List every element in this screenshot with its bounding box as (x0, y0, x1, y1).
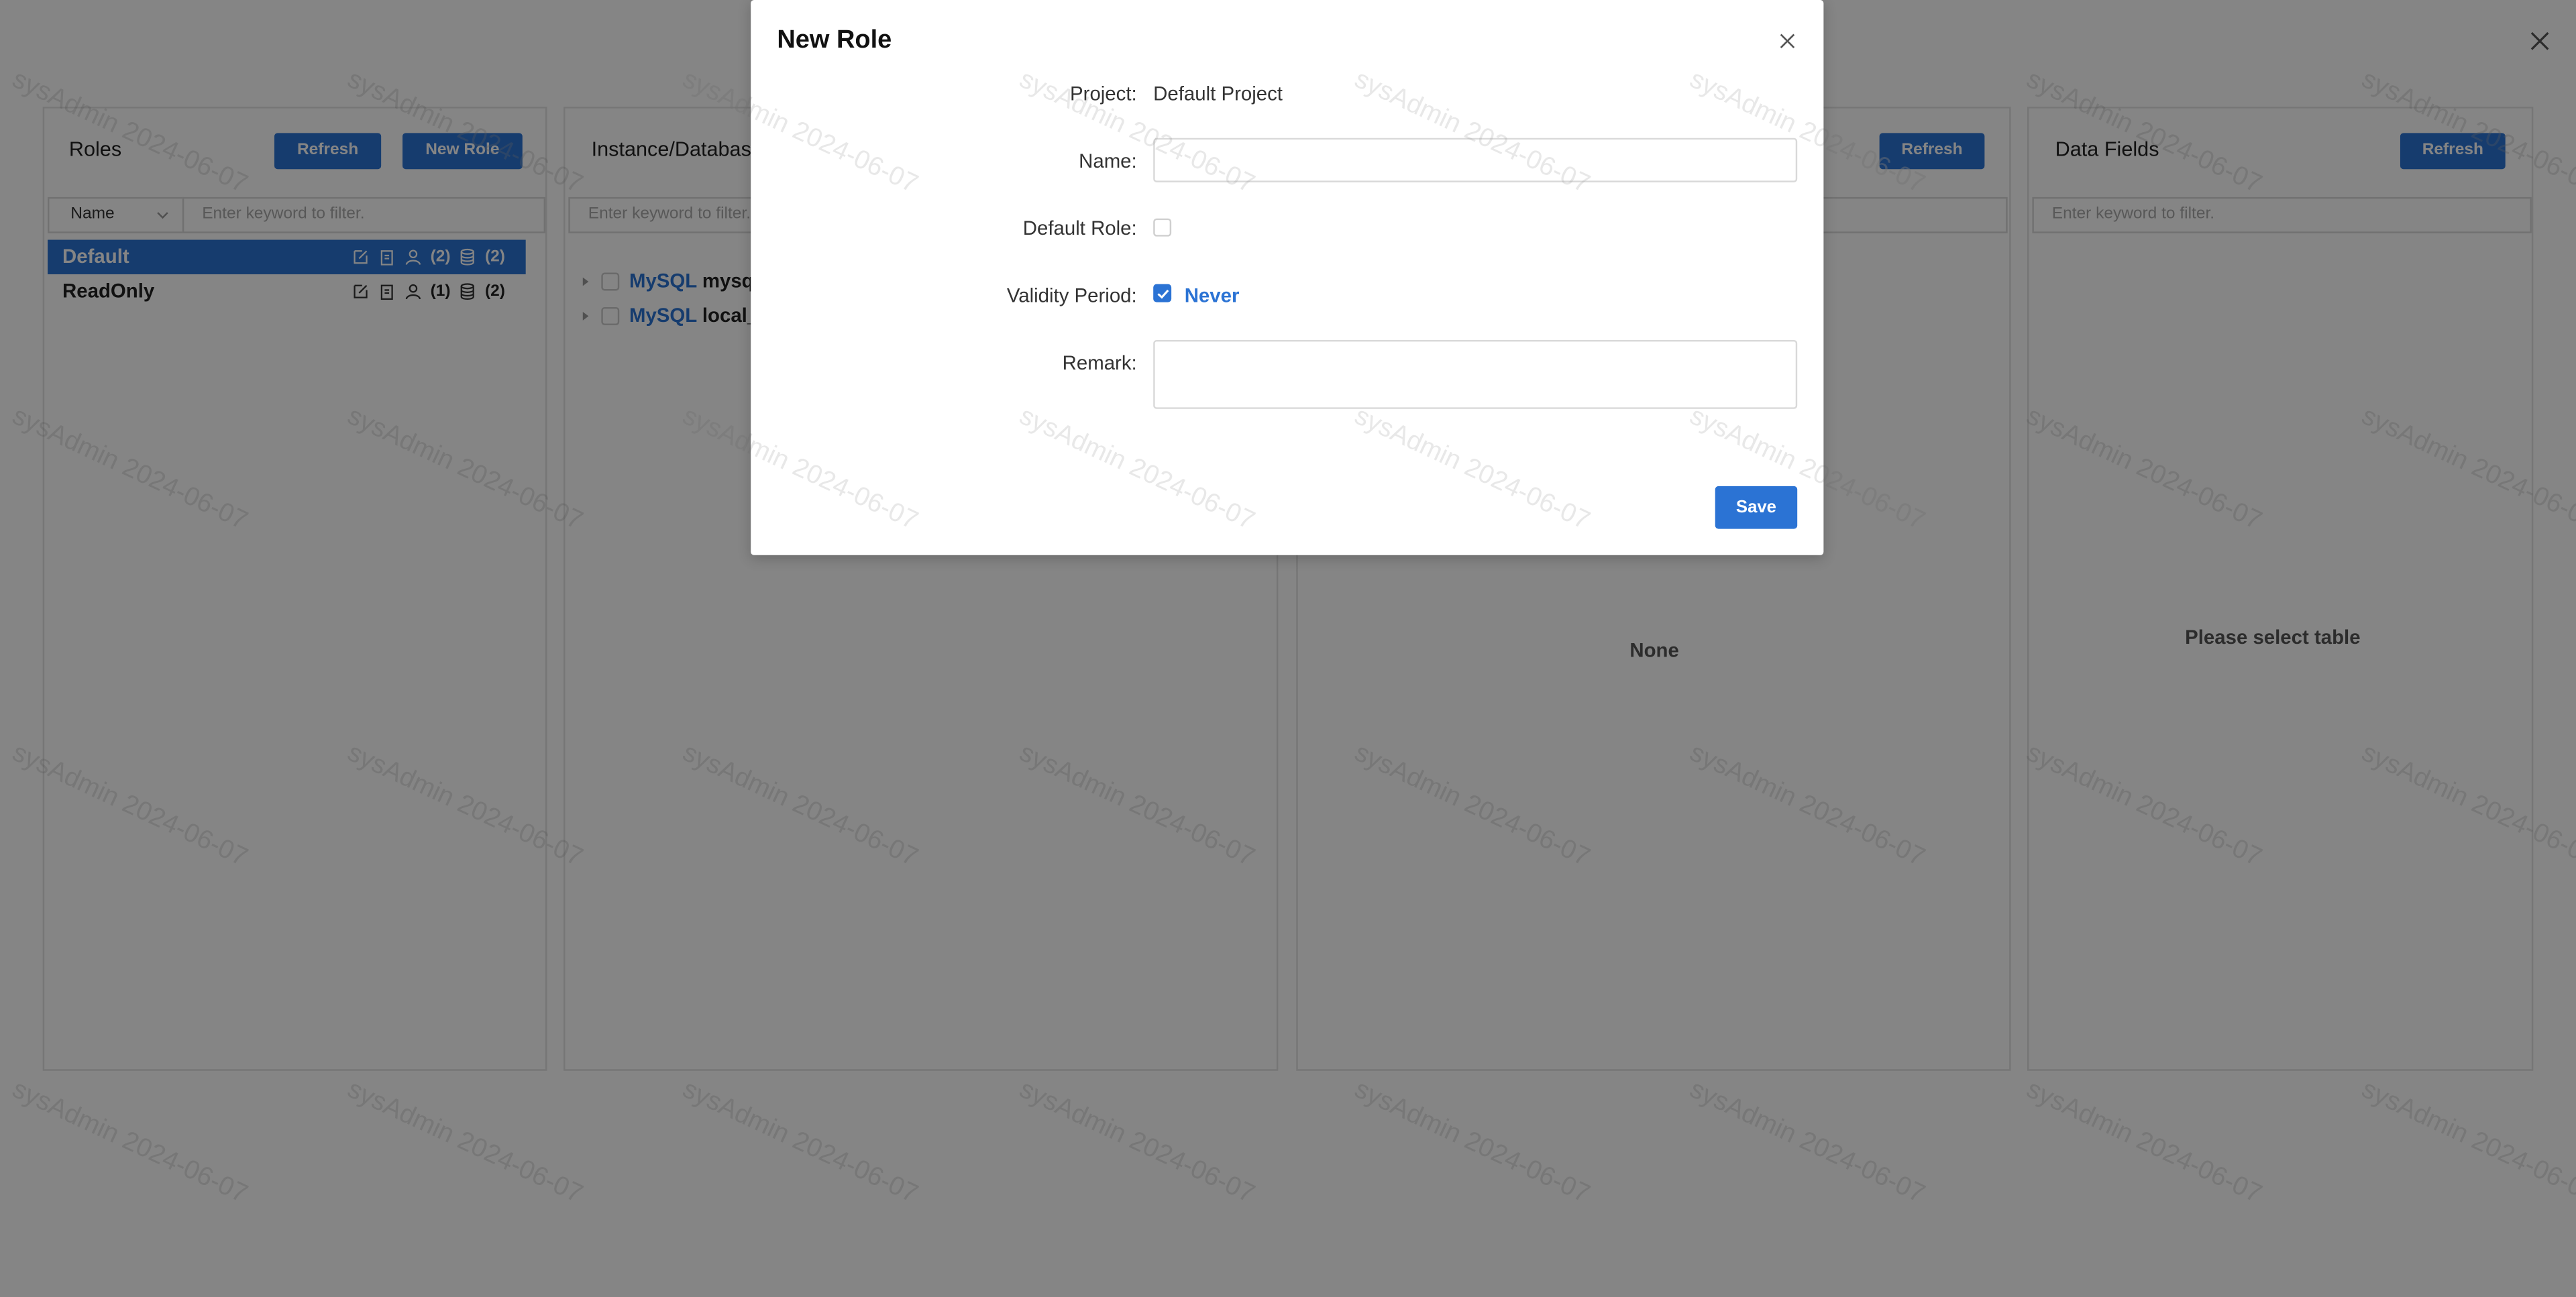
remark-textarea[interactable] (1153, 339, 1798, 409)
check-icon (1157, 289, 1169, 299)
new-role-dialog: New Role Project: Default Project Name: … (678, 0, 1929, 555)
watermark-text: sysAdmin 2024-06-07 (1350, 402, 1594, 536)
validity-period-label: Validity Period: (1006, 284, 1137, 307)
dialog-title: New Role (777, 26, 892, 54)
default-role-label: Default Role: (1022, 217, 1137, 240)
save-button[interactable]: Save (1715, 486, 1798, 529)
watermark-text: sysAdmin 2024-06-07 (1015, 402, 1259, 536)
default-role-checkbox[interactable] (1153, 218, 1172, 237)
close-icon[interactable] (1779, 33, 1795, 49)
project-value: Default Project (1153, 82, 1283, 105)
validity-never-checkbox[interactable] (1153, 284, 1172, 302)
remark-label: Remark: (1062, 351, 1137, 375)
project-label: Project: (1070, 82, 1137, 105)
name-input[interactable] (1153, 137, 1798, 182)
name-label: Name: (1079, 149, 1137, 173)
app-root: Roles Refresh New Role Name Enter keywor… (0, 0, 2576, 1297)
validity-never-label[interactable]: Never (1185, 284, 1240, 307)
